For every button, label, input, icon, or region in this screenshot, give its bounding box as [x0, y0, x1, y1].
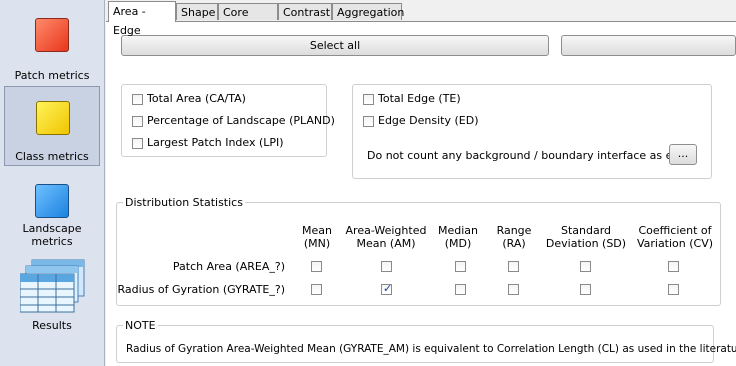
tab-core-area[interactable]: Core area — [218, 3, 278, 36]
gyrate-am-checkbox[interactable]: ✓ — [381, 282, 393, 295]
sidebar-item-label: Landscape metrics — [22, 222, 82, 248]
column-header: Area-Weighted Mean (AM) — [345, 224, 427, 250]
gyrate-row-label: Radius of Gyration (GYRATE_?) — [117, 283, 286, 296]
patch-area-row-label: Patch Area (AREA_?) — [172, 260, 285, 273]
column-header: Standard Deviation (SD) — [545, 224, 627, 250]
distribution-statistics-title: Distribution Statistics — [123, 196, 245, 209]
tab-area-edge[interactable]: Area - Edge — [108, 1, 176, 37]
area-metrics-group: Total Area (CA/TA) Percentage of Landsca… — [121, 84, 335, 157]
distribution-statistics-group: Distribution Statistics Mean (MN) Area-W… — [116, 196, 721, 306]
edge-density-checkbox[interactable] — [363, 116, 374, 127]
area-mn-checkbox[interactable] — [311, 261, 322, 272]
total-area-checkbox[interactable] — [132, 94, 143, 105]
sidebar-item-label: Results — [32, 319, 72, 332]
tab-shape[interactable]: Shape — [176, 3, 218, 20]
sidebar-item-class-metrics[interactable]: Class metrics — [4, 86, 100, 166]
gyrate-ra-checkbox[interactable] — [508, 284, 519, 295]
results-icon — [20, 259, 85, 313]
metrics-sidebar: Patch metrics Class metrics Landscape me… — [0, 0, 105, 366]
lpi-checkbox[interactable] — [132, 138, 143, 149]
area-md-checkbox[interactable] — [455, 261, 466, 272]
gyrate-cv-checkbox[interactable] — [668, 284, 679, 295]
sidebar-item-label: Class metrics — [15, 150, 89, 163]
column-header: Median (MD) — [437, 224, 478, 250]
gyrate-mn-checkbox[interactable] — [311, 284, 322, 295]
area-edge-panel: Select all Total Area (CA/TA) Percentage… — [106, 22, 736, 366]
gyrate-md-checkbox[interactable] — [455, 284, 466, 295]
edge-metrics-group: Total Edge (TE) Edge Density (ED) Do not… — [352, 84, 712, 179]
area-ra-checkbox[interactable] — [508, 261, 519, 272]
column-header: Coefficient of Variation (CV) — [636, 224, 714, 250]
pland-checkbox[interactable] — [132, 116, 143, 127]
area-cv-checkbox[interactable] — [668, 261, 679, 272]
area-am-checkbox[interactable] — [381, 261, 392, 272]
background-edge-note: Do not count any background / boundary i… — [367, 149, 697, 162]
gyrate-sd-checkbox[interactable] — [580, 284, 591, 295]
note-title: NOTE — [123, 319, 158, 332]
note-group: NOTE Radius of Gyration Area-Weighted Me… — [116, 319, 736, 363]
select-all-button[interactable]: Select all — [121, 35, 549, 56]
total-edge-label: Total Edge (TE) — [378, 92, 461, 105]
note-text: Radius of Gyration Area-Weighted Mean (G… — [126, 343, 736, 355]
landscape-metrics-icon — [35, 184, 69, 218]
area-sd-checkbox[interactable] — [580, 261, 591, 272]
tab-aggregation[interactable]: Aggregation — [332, 3, 404, 20]
tab-bar: Area - Edge Shape Core area Contrast Agg… — [106, 0, 736, 37]
column-header: Mean (MN) — [302, 224, 332, 250]
sidebar-item-results[interactable]: Results — [4, 254, 100, 334]
class-metrics-icon — [36, 101, 70, 135]
column-header: Range (RA) — [496, 224, 532, 250]
lpi-label: Largest Patch Index (LPI) — [147, 136, 284, 149]
sidebar-item-patch-metrics[interactable]: Patch metrics — [4, 4, 100, 84]
sidebar-item-label: Patch metrics — [14, 69, 90, 82]
total-edge-checkbox[interactable] — [363, 94, 374, 105]
total-area-label: Total Area (CA/TA) — [147, 92, 246, 105]
main-panel: Area - Edge Shape Core area Contrast Agg… — [106, 0, 736, 366]
sidebar-item-landscape-metrics[interactable]: Landscape metrics — [4, 170, 100, 250]
edge-density-label: Edge Density (ED) — [378, 114, 479, 127]
tab-contrast[interactable]: Contrast — [278, 3, 332, 20]
pland-label: Percentage of Landscape (PLAND) — [147, 114, 335, 127]
patch-metrics-icon — [35, 18, 69, 52]
edge-options-button[interactable]: ... — [669, 144, 697, 165]
deselect-button[interactable] — [561, 35, 736, 56]
check-mark-icon: ✓ — [383, 282, 393, 295]
